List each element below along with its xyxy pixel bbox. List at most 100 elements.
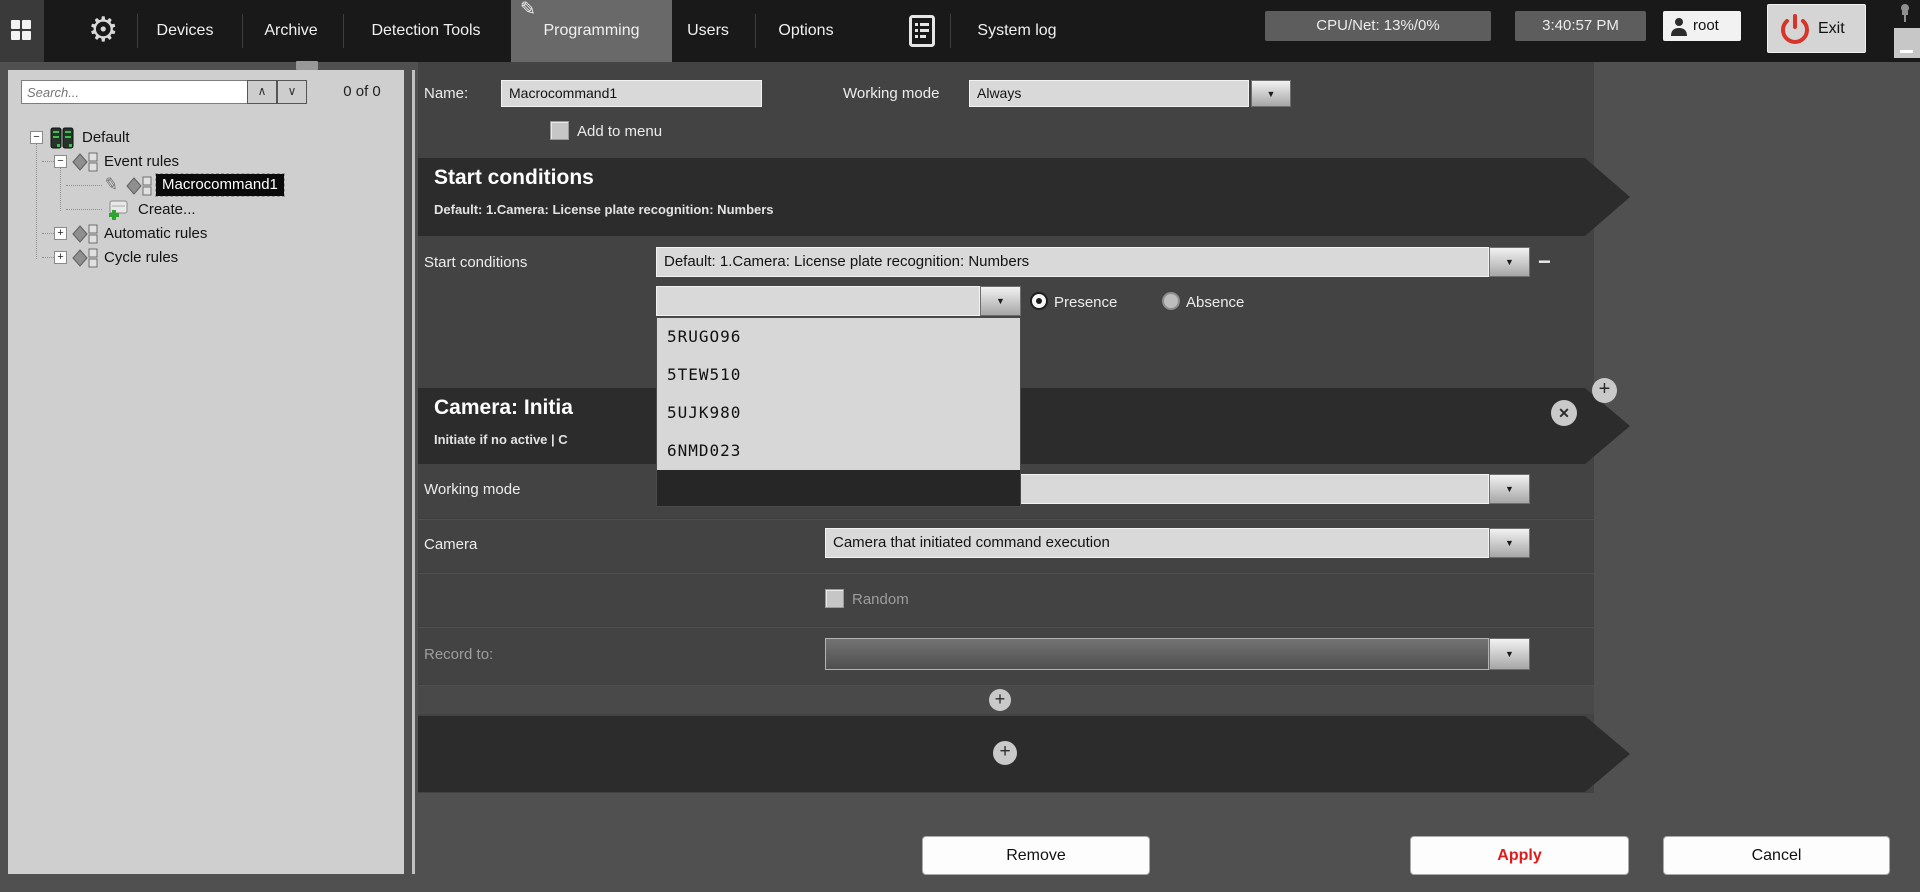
tab-programming[interactable]: ✎ Programming — [511, 0, 672, 62]
condition-dropdown-button[interactable]: ▼ — [1489, 247, 1530, 277]
menu-item-options[interactable]: Options — [766, 0, 846, 62]
plate-dropdown-list: 5RUGO96 5TEW510 5UJK980 6NMD023 — [656, 317, 1021, 507]
plus-icon: + — [994, 689, 1006, 709]
tree-item-cycle-rules[interactable]: + Cycle rules — [8, 246, 404, 270]
app-menu-button[interactable] — [0, 0, 44, 62]
tree-expand-toggle[interactable]: + — [54, 251, 67, 264]
remove-button[interactable]: Remove — [922, 836, 1150, 875]
add-to-menu-checkbox[interactable] — [550, 121, 569, 140]
tree-item-automatic-rules[interactable]: + Automatic rules — [8, 222, 404, 246]
apply-button[interactable]: Apply — [1410, 836, 1629, 875]
list-item[interactable]: 5TEW510 — [657, 356, 1020, 394]
section-subtitle: Initiate if no active | C — [434, 432, 568, 447]
exit-label: Exit — [1818, 20, 1845, 37]
action-working-mode-dropdown-button[interactable]: ▼ — [1489, 474, 1530, 504]
start-conditions-header: Start conditions Default: 1.Camera: Lice… — [418, 158, 1630, 236]
record-to-label: Record to: — [424, 646, 494, 663]
cancel-button[interactable]: Cancel — [1663, 836, 1890, 875]
dropdown-arrow-icon: ▼ — [1505, 484, 1514, 494]
tree-item-default[interactable]: − Default — [8, 126, 404, 150]
gear-icon[interactable]: ⚙ — [88, 10, 118, 50]
panel-splitter-handle[interactable] — [296, 61, 318, 70]
dropdown-arrow-icon: ▼ — [1505, 538, 1514, 548]
add-row-button[interactable]: + — [989, 689, 1011, 711]
row-divider — [418, 626, 1594, 628]
topbar: ⚙ Devices Archive Detection Tools ✎ Prog… — [0, 0, 1920, 62]
plus-icon: + — [999, 741, 1011, 762]
plus-icon: + — [1598, 378, 1611, 400]
list-item[interactable]: 5RUGO96 — [657, 318, 1020, 356]
menu-item-users[interactable]: Users — [678, 0, 738, 62]
tree-item-macrocommand1[interactable]: ✎ Macrocommand1 — [8, 173, 404, 198]
menu-item-devices[interactable]: Devices — [148, 0, 222, 62]
record-to-select[interactable] — [825, 638, 1489, 670]
camera-select[interactable]: Camera that initiated command execution — [825, 528, 1489, 558]
condition-select[interactable]: Default: 1.Camera: License plate recogni… — [656, 247, 1489, 277]
minimize-button[interactable] — [1894, 28, 1920, 58]
exit-button[interactable]: Exit — [1767, 4, 1866, 53]
section-subtitle: Default: 1.Camera: License plate recogni… — [434, 202, 774, 217]
menu-item-system-log[interactable]: System log — [962, 0, 1072, 62]
remove-condition-button[interactable]: − — [1538, 247, 1551, 277]
list-item-empty-selected[interactable] — [657, 470, 1020, 506]
add-to-menu-label: Add to menu — [577, 123, 663, 140]
camera-label: Camera — [424, 536, 478, 553]
camera-dropdown-button[interactable]: ▼ — [1489, 528, 1530, 558]
working-mode-label: Working mode — [843, 85, 940, 102]
rules-icon — [72, 152, 98, 172]
add-action-button[interactable]: + — [993, 741, 1017, 765]
tree-item-label: Create... — [138, 201, 196, 218]
user-badge[interactable]: root — [1663, 11, 1741, 41]
close-action-button[interactable]: ✕ — [1551, 400, 1577, 426]
chevron-up-icon: ∧ — [257, 84, 267, 98]
macro-icon — [126, 176, 152, 196]
tree-item-label: Automatic rules — [104, 225, 208, 242]
pin-icon[interactable] — [1897, 3, 1913, 23]
search-next-button[interactable]: ∨ — [277, 80, 307, 104]
name-input[interactable]: Macrocommand1 — [501, 80, 762, 107]
plate-combo-dropdown-button[interactable]: ▼ — [980, 286, 1021, 316]
dropdown-arrow-icon: ▼ — [1505, 257, 1514, 267]
system-log-icon[interactable] — [909, 15, 935, 47]
row-divider — [418, 518, 1594, 520]
working-mode-select[interactable]: Always — [969, 80, 1249, 107]
tree-item-label: Default — [82, 129, 130, 146]
dropdown-arrow-icon: ▼ — [1505, 649, 1514, 659]
action-working-mode-label: Working mode — [424, 481, 521, 498]
search-input[interactable] — [21, 80, 249, 104]
add-section-button[interactable]: + — [1592, 378, 1617, 403]
menu-item-archive[interactable]: Archive — [253, 0, 329, 62]
tree-expand-toggle[interactable]: − — [54, 155, 67, 168]
list-item[interactable]: 6NMD023 — [657, 432, 1020, 470]
list-item[interactable]: 5UJK980 — [657, 394, 1020, 432]
sidebar-splitter[interactable] — [412, 70, 415, 874]
app-grid-icon — [11, 20, 33, 42]
menu-separator — [343, 14, 344, 48]
working-mode-dropdown-button[interactable]: ▼ — [1251, 80, 1291, 107]
add-row-bar: + — [418, 686, 1594, 714]
random-checkbox[interactable] — [825, 589, 844, 608]
row-divider — [418, 572, 1594, 574]
minimize-icon — [1900, 50, 1913, 53]
tree-expand-toggle[interactable]: + — [54, 227, 67, 240]
absence-label: Absence — [1186, 294, 1245, 311]
sidebar: ∧ ∨ 0 of 0 − Default − — [8, 70, 404, 874]
presence-radio[interactable] — [1030, 292, 1048, 310]
search-prev-button[interactable]: ∧ — [247, 80, 277, 104]
record-to-dropdown-button[interactable]: ▼ — [1489, 638, 1530, 670]
camera-action-header: Camera: Initia Initiate if no active | C — [418, 388, 1630, 464]
tree-expand-toggle[interactable]: − — [30, 131, 43, 144]
dropdown-arrow-icon: ▼ — [996, 296, 1005, 306]
tree-item-event-rules[interactable]: − Event rules — [8, 150, 404, 174]
dropdown-arrow-icon: ▼ — [1266, 89, 1276, 99]
menu-item-detection-tools[interactable]: Detection Tools — [356, 0, 496, 62]
rules-icon — [72, 248, 98, 268]
absence-radio[interactable] — [1162, 292, 1180, 310]
chevron-down-icon: ∨ — [287, 84, 297, 98]
tree-item-create[interactable]: Create... — [8, 198, 404, 222]
section-title: Start conditions — [434, 166, 594, 189]
plate-combo-input[interactable] — [656, 286, 980, 316]
start-conditions-label: Start conditions — [424, 254, 528, 271]
tree-item-label: Cycle rules — [104, 249, 179, 266]
clock-badge: 3:40:57 PM — [1515, 11, 1646, 41]
